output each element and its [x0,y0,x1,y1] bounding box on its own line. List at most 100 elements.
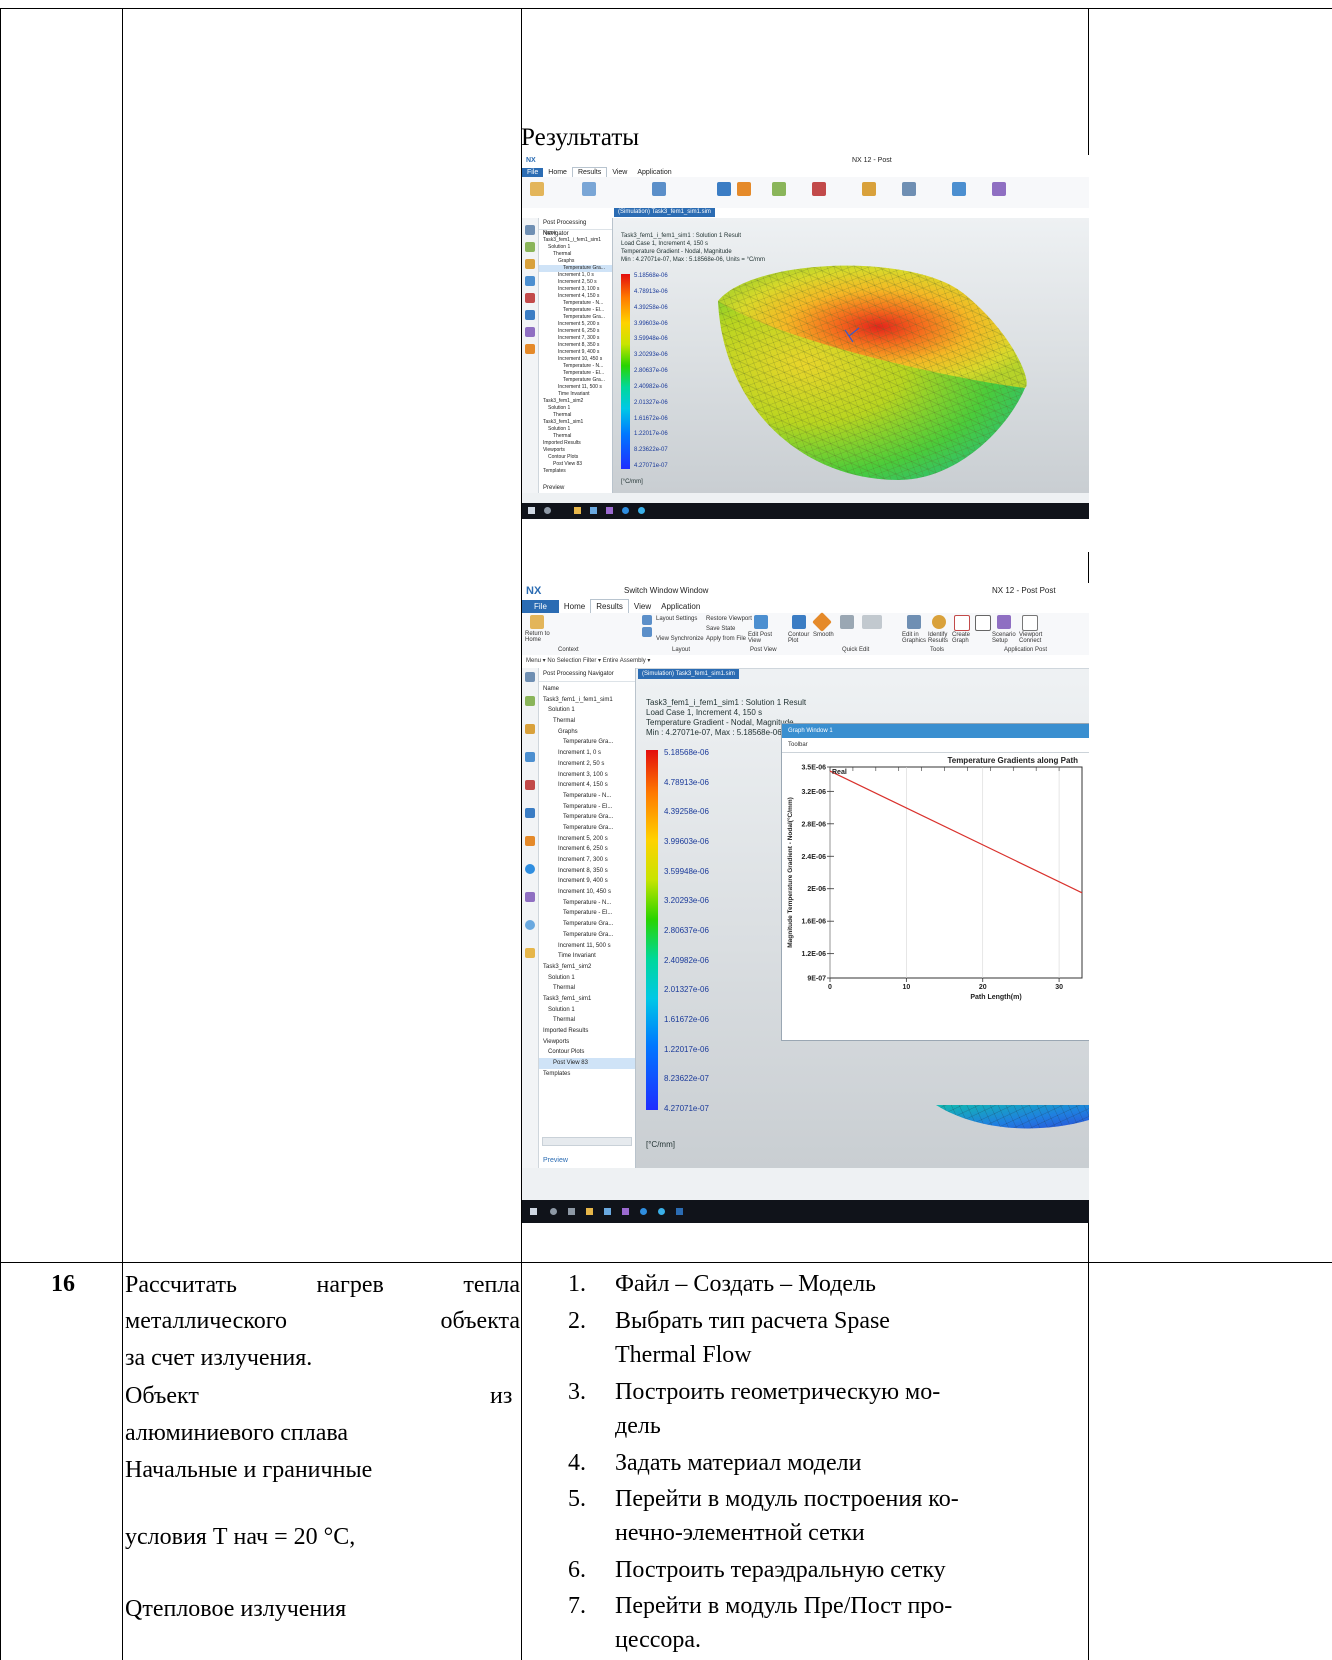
layout-grid-icon[interactable] [642,615,652,625]
navigator-node[interactable]: Increment 11, 500 s [539,384,612,391]
navigator-node[interactable]: Increment 7, 300 s [539,855,635,866]
navigator-node[interactable]: Solution 1 [539,705,635,716]
viewport-icon[interactable] [652,182,666,196]
navigator-node[interactable]: Name [539,684,635,695]
annotation-icon[interactable] [975,615,991,631]
menu-results[interactable]: Results [590,599,629,614]
navigator-node[interactable]: Increment 4, 150 s [539,780,635,791]
navigator-node[interactable]: Temperature Gra... [539,919,635,930]
folder-icon[interactable] [586,1208,593,1215]
navigator-node[interactable]: Temperature - El... [539,307,612,314]
selection-filter-bar[interactable]: Menu ▾ No Selection Filter ▾ Entire Asse… [522,655,1089,669]
graph-toolbar[interactable]: Toolbar [782,738,1089,753]
menu-view[interactable]: View [629,600,656,614]
navigator-preview[interactable]: Preview [543,485,564,491]
navigator-icon[interactable] [525,225,535,235]
navigator-node[interactable]: Temperature - El... [539,802,635,813]
navigator-node[interactable]: Solution 1 [539,973,635,984]
palette-icon[interactable] [525,344,535,354]
smooth-icon[interactable] [812,612,832,632]
navigator-node[interactable]: Increment 3, 100 s [539,770,635,781]
navigator-node[interactable]: Increment 5, 200 s [539,834,635,845]
probe-icon[interactable] [992,182,1006,196]
apply-from-file[interactable]: Apply from File [706,636,746,642]
navigator-node[interactable]: Templates [539,1069,635,1080]
navigator-node[interactable]: Task3_fem1_i_fem1_sim1 [539,695,635,706]
navigator-scrollbar[interactable] [542,1137,632,1146]
navigator-node[interactable]: Temperature Gra... [539,823,635,834]
constraint-icon[interactable] [525,276,535,286]
ie-icon[interactable] [658,1208,665,1215]
menu-home[interactable]: Home [559,600,590,614]
navigator-node[interactable]: Templates [539,468,612,475]
navigator-node[interactable]: Temperature - N... [539,363,612,370]
vs-icon[interactable] [606,507,613,514]
smooth-icon[interactable] [737,182,751,196]
roles-icon[interactable] [525,948,535,958]
navigator-node[interactable]: Temperature - N... [539,791,635,802]
switch-window[interactable]: Switch Window [624,583,678,599]
navigator-node[interactable]: Thermal [539,1015,635,1026]
viewport-connect-icon[interactable] [902,182,916,196]
save-state[interactable]: Save State [706,626,735,632]
navigator-node[interactable]: Name [539,230,612,237]
navigator-node[interactable]: Thermal [539,716,635,727]
navigator-node[interactable]: Increment 8, 350 s [539,866,635,877]
web-icon[interactable] [525,310,535,320]
scenario-icon[interactable] [862,182,876,196]
markers-icon[interactable] [862,615,882,629]
part-icon[interactable] [525,242,535,252]
deform-icon[interactable] [840,615,854,629]
part-icon[interactable] [525,724,535,734]
folder-icon[interactable] [574,507,581,514]
navigator-icon[interactable] [525,696,535,706]
navigator-node[interactable]: Task3_fem1_i_fem1_sim1 [539,237,612,244]
assembly-icon[interactable] [525,259,535,269]
edit-post-view[interactable]: Edit Post View [748,632,774,644]
navigator-node[interactable]: Temperature - El... [539,370,612,377]
navigator-node[interactable]: Task3_fem1_sim1 [539,994,635,1005]
navigator-node[interactable]: Viewports [539,1037,635,1048]
navigator-node[interactable]: Task3_fem1_sim1 [539,419,612,426]
navigator-node[interactable]: Temperature Gra... [539,265,612,272]
navigator-node[interactable]: Temperature - El... [539,908,635,919]
navigator-node[interactable]: Thermal [539,433,612,440]
nx-app-icon[interactable] [590,507,597,514]
navigator-node[interactable]: Thermal [539,251,612,258]
navigator-node[interactable]: Solution 1 [539,405,612,412]
report-icon[interactable] [952,182,966,196]
navigator-node[interactable]: Temperature Gra... [539,377,612,384]
navigator-node[interactable]: Temperature Gra... [539,314,612,321]
task-view-icon[interactable] [568,1208,575,1215]
menu-application[interactable]: Application [656,600,705,614]
navigator-node[interactable]: Contour Plots [539,454,612,461]
navigator-node[interactable]: Solution 1 [539,244,612,251]
scenario-setup-icon[interactable] [997,615,1011,629]
contour-plot-icon[interactable] [792,615,806,629]
simulation-icon[interactable] [525,836,535,846]
edit-in-graphics[interactable]: Edit in Graphics [902,632,926,644]
navigator-node[interactable]: Contour Plots [539,1047,635,1058]
navigator-node[interactable]: Task3_fem1_sim2 [539,398,612,405]
return-home-icon[interactable] [530,182,544,196]
clock-icon[interactable] [525,920,535,930]
nx-app-icon[interactable] [604,1208,611,1215]
history-icon[interactable] [525,293,535,303]
navigator-node[interactable]: Increment 10, 450 s [539,356,612,363]
identify-results-icon[interactable] [932,615,946,629]
restore-viewport[interactable]: Restore Viewport [706,616,752,622]
navigator-node[interactable]: Post View 83 [539,1058,635,1069]
start-icon[interactable] [530,1208,537,1215]
settings-icon[interactable] [525,672,535,682]
navigator-node[interactable]: Increment 11, 500 s [539,941,635,952]
scenario-setup[interactable]: Scenario Setup [992,632,1016,644]
contour-plot[interactable]: Contour Plot [788,632,812,644]
navigator-node[interactable]: Thermal [539,412,612,419]
navigator-node[interactable]: Viewports [539,447,612,454]
navigator-node[interactable]: Task3_fem1_sim2 [539,962,635,973]
contour-plot-icon[interactable] [717,182,731,196]
navigator-node[interactable]: Increment 3, 100 s [539,286,612,293]
navigator-node[interactable]: Solution 1 [539,1005,635,1016]
smooth[interactable]: Smooth [813,632,834,638]
navigator-node[interactable]: Increment 1, 0 s [539,272,612,279]
